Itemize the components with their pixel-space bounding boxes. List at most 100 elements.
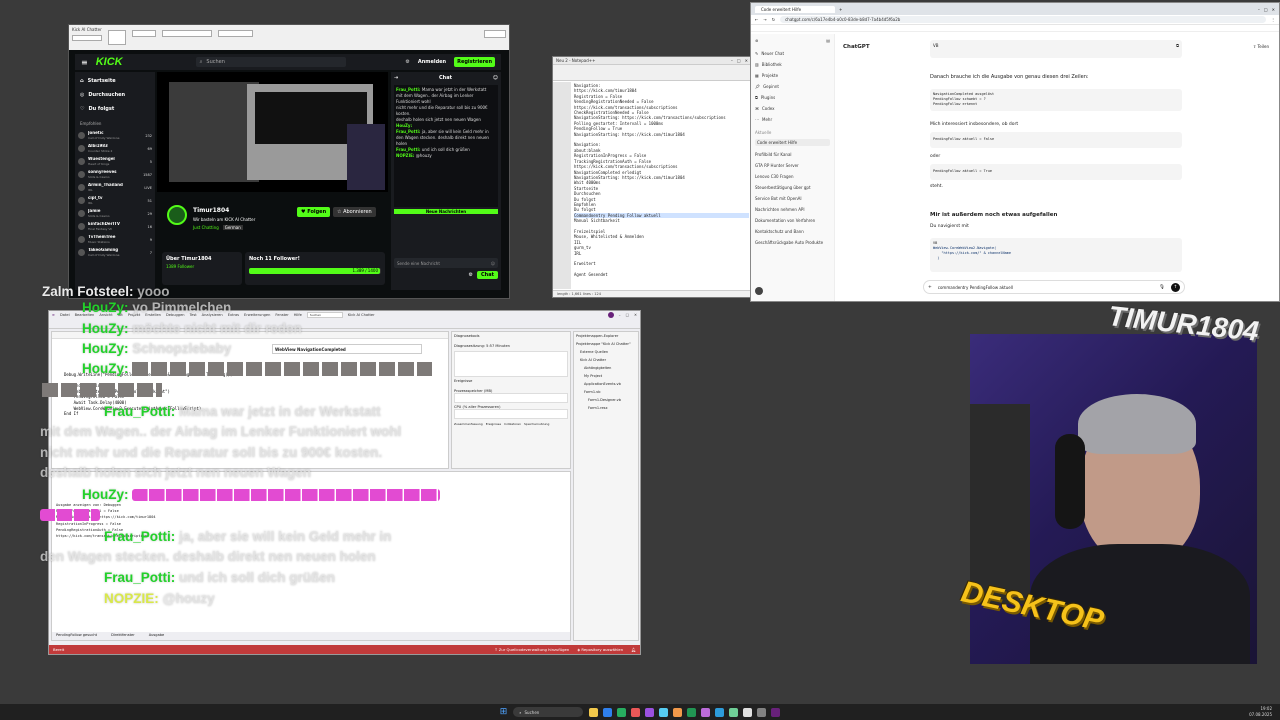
sidebar-item[interactable]: ⌘ Codex <box>755 106 830 111</box>
avatar[interactable] <box>167 205 187 225</box>
taskbar-app-icon[interactable] <box>687 707 697 717</box>
taskbar-app-icon[interactable] <box>701 707 711 717</box>
recent-chat-item[interactable]: Nachrichten nehmen API <box>755 207 830 212</box>
chat-username[interactable]: NOPZIE: <box>396 153 416 158</box>
emoji-icon[interactable]: ☺ <box>491 261 495 266</box>
send-icon[interactable]: ↑ <box>1171 282 1180 292</box>
user-avatar[interactable] <box>755 287 763 295</box>
minimize-icon[interactable]: – <box>619 313 621 317</box>
solution-item[interactable]: My Project <box>576 374 636 378</box>
video-player[interactable] <box>157 72 388 192</box>
summary-tab[interactable]: Ereignisse <box>486 422 501 426</box>
git-add-button[interactable]: ↑ Zur Quellcodeverwaltung hinzufügen <box>494 647 569 652</box>
maximize-icon[interactable]: □ <box>737 58 741 63</box>
recent-chat-item[interactable]: Code erweitert Hilfe <box>755 139 830 146</box>
chat-settings-icon[interactable]: ⚙ <box>469 272 473 278</box>
taskbar-app-icon[interactable] <box>645 707 655 717</box>
plus-icon[interactable]: + <box>928 285 932 290</box>
share-button[interactable]: ⇪ Teilen <box>1253 44 1269 49</box>
taskbar-app-icon[interactable] <box>771 707 781 717</box>
sidebar-channel[interactable]: TvThemTree Music Stations 9 <box>78 234 152 245</box>
sidebar-channel[interactable]: EinfachDerITV Final Fantasy VII 16 <box>78 221 152 232</box>
recent-chat-item[interactable]: Service Bot mit OpenAI <box>755 196 830 201</box>
copy-icon[interactable]: ⧉ <box>1176 43 1179 48</box>
solution-item[interactable]: Form1.resx <box>576 406 636 410</box>
start-icon[interactable]: ⊞ <box>500 707 508 717</box>
recent-chat-item[interactable]: Lenovo C30 Fragen <box>755 174 830 179</box>
collapse-chat-icon[interactable]: ⇥ <box>394 75 398 81</box>
app-input-1[interactable] <box>132 30 156 37</box>
streamer-name[interactable]: Timur1804 <box>193 207 229 214</box>
chat-username[interactable]: HouZy: <box>396 123 412 128</box>
taskbar-app-icon[interactable] <box>743 707 753 717</box>
new-tab-icon[interactable]: + <box>839 7 842 12</box>
taskbar-search[interactable]: ⌕ Suchen <box>513 707 584 717</box>
clock[interactable]: 19:02 07.08.2025 <box>1249 706 1272 718</box>
chat-username[interactable]: Frau_Potti: <box>396 129 422 134</box>
minimize-icon[interactable]: – <box>1258 7 1260 12</box>
bottom-tab[interactable]: PendingFollow gesucht <box>56 633 97 639</box>
repo-select-button[interactable]: ◈ Repository auswählen <box>577 647 623 652</box>
sidebar-channel[interactable]: Wuestengel Heart of Kings 5 <box>78 156 152 167</box>
summary-tab[interactable]: Indikatoren <box>504 422 521 426</box>
chat-username[interactable]: Frau_Potti: <box>396 87 422 92</box>
solution-item[interactable]: Projektmappe "Kick AI Chatter" <box>576 342 636 346</box>
forward-icon[interactable]: → <box>763 17 766 22</box>
sidebar-item[interactable]: ▥ Bibliothek <box>755 62 830 67</box>
prompt-input[interactable]: + commandentry PendingFollow aktuell 🎙︎ … <box>923 280 1185 294</box>
back-icon[interactable]: ← <box>755 17 758 22</box>
recent-chat-item[interactable]: Steuerbestätigung über gpt <box>755 185 830 190</box>
new-messages-banner[interactable]: Neue Nachrichten <box>394 209 498 214</box>
recent-chat-item[interactable]: GTA RP Hunter Server <box>755 163 830 168</box>
vs-menu-item[interactable]: Erweiterungen <box>244 313 270 317</box>
chat-send-button[interactable]: Chat <box>477 271 498 279</box>
maximize-icon[interactable]: □ <box>1264 7 1268 12</box>
settings-icon[interactable]: ⚙ <box>405 59 409 65</box>
sidebar-item[interactable]: ⧉ Plugins <box>755 95 830 100</box>
sidebar-channel[interactable]: Armin_Thailand IRL LIVE <box>78 182 152 193</box>
kick-nav-item[interactable]: ◎ Durchsuchen <box>80 92 150 98</box>
summary-tab[interactable]: Zusammenfassung <box>454 422 483 426</box>
webview-event-dropdown[interactable]: WebView NavigationCompleted <box>272 344 422 354</box>
account-avatar[interactable] <box>607 312 614 318</box>
log-button[interactable] <box>484 30 506 38</box>
openai-logo-icon[interactable]: ⊛ <box>755 38 758 43</box>
register-button[interactable]: Registrieren <box>454 57 495 67</box>
taskbar-app-icon[interactable] <box>715 707 725 717</box>
solution-item[interactable]: Kick AI Chatter <box>576 358 636 362</box>
close-icon[interactable]: ✕ <box>634 313 637 317</box>
browser-tab[interactable]: Code erweitert Hilfe <box>755 5 835 13</box>
minimize-icon[interactable]: – <box>731 58 733 63</box>
sidebar-channel[interactable]: Jamie Slots & Casino 29 <box>78 208 152 219</box>
summary-tab[interactable]: Speichernutzung <box>524 422 549 426</box>
app-field[interactable] <box>72 35 102 41</box>
extensions-icon[interactable]: ⋮ <box>1271 17 1275 22</box>
sidebar-channel[interactable]: TakeoGaming Call of Duty Warzone 7 <box>78 247 152 258</box>
recent-chat-item[interactable]: Dokumentation von Verfahren <box>755 218 830 223</box>
category-link[interactable]: Just Chatting <box>193 225 219 230</box>
sidebar-item[interactable]: ⋯ Mehr <box>755 117 830 122</box>
follow-button[interactable]: ♥ Folgen <box>297 207 331 217</box>
solution-item[interactable]: Abhängigkeiten <box>576 366 636 370</box>
kick-nav-item[interactable]: ⌂ Startseite <box>80 78 150 84</box>
solution-item[interactable]: Form1.vb <box>576 390 636 394</box>
sidebar-channel[interactable]: cipl_tv IRL 51 <box>78 195 152 206</box>
vs-menu-item[interactable]: Datei <box>60 313 70 317</box>
menu-icon[interactable]: ≡ <box>81 58 88 67</box>
kick-search[interactable]: ⌕ Suchen <box>195 57 346 67</box>
notepad-text[interactable]: Navigation: https://kick.com/timur1804 Reg… <box>574 83 749 289</box>
solution-item[interactable]: Form1.Designer.vb <box>576 398 636 402</box>
close-icon[interactable]: ✕ <box>745 58 748 63</box>
taskbar-app-icon[interactable] <box>617 707 627 717</box>
model-selector[interactable]: ChatGPT <box>843 44 870 50</box>
reload-icon[interactable]: ↻ <box>772 17 775 22</box>
address-bar[interactable]: chatgpt.com/c/6a17e4b4-a0c0-83de-b8d7-7a… <box>780 16 1266 23</box>
vs-menu-item[interactable]: Hilfe <box>294 313 302 317</box>
chat-username[interactable]: Frau_Potti: <box>396 147 422 152</box>
users-icon[interactable]: ☺ <box>493 75 498 81</box>
login-button[interactable]: Anmelden <box>418 59 446 65</box>
bottom-tab[interactable]: Ausgabe <box>149 633 165 639</box>
solution-item[interactable]: ApplicationEvents.vb <box>576 382 636 386</box>
bottom-tab[interactable]: Direktfenster <box>111 633 135 639</box>
taskbar-app-icon[interactable] <box>757 707 767 717</box>
